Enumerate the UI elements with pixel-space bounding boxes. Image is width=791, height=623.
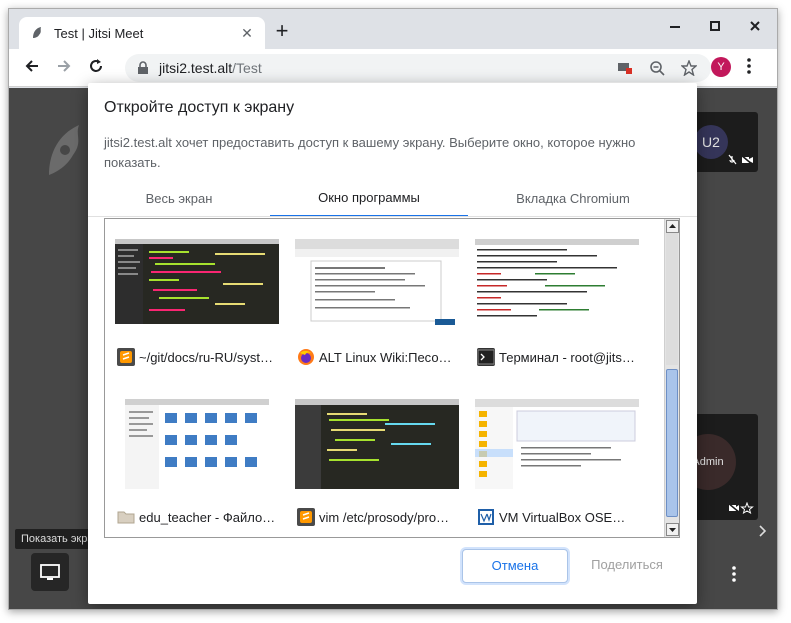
jitsi-favicon-icon [29,25,45,41]
window-thumbnail [115,399,279,489]
chevron-right-icon[interactable] [759,524,767,540]
window-thumbnail [475,399,639,489]
window-title: ALT Linux Wiki:Песо… [319,349,452,365]
tab-title: Test | Jitsi Meet [54,25,144,41]
reload-icon[interactable] [85,57,107,79]
terminal-icon [477,348,495,366]
maximize-icon[interactable] [705,19,725,35]
tab-chromium-tab[interactable]: Вкладка Chromium [468,181,678,217]
window-thumbnail [295,239,459,329]
window-title: Терминал - root@jits… [499,349,635,365]
tab-strip: Test | Jitsi Meet ✕ + [9,9,777,49]
screen-share-button[interactable] [31,553,69,591]
sublime-text-icon [297,508,315,526]
scrollbar-thumb[interactable] [666,369,678,517]
window-list-scrollbar[interactable] [664,219,679,537]
window-thumbnail [475,239,639,329]
more-options-icon[interactable] [732,566,736,587]
window-title: VM VirtualBox OSE… [499,509,626,525]
profile-avatar[interactable]: Y [711,57,731,77]
cancel-button[interactable]: Отмена [462,549,568,583]
tab-application-window[interactable]: Окно программы [270,181,468,217]
lock-icon [138,61,148,74]
dialog-title: Откройте доступ к экрану [104,99,295,116]
window-thumbnail [295,399,459,489]
address-bar[interactable]: jitsi2.test.alt/Test [125,54,711,82]
browser-menu-icon[interactable] [747,58,751,79]
zoom-out-icon[interactable] [649,60,665,76]
folder-icon [117,508,135,526]
monitor-icon [40,564,60,580]
close-tab-icon[interactable]: ✕ [239,25,255,42]
close-window-icon[interactable] [745,19,765,35]
source-tabs: Весь экран Окно программы Вкладка Chromi… [88,181,697,217]
tooltip: Показать экран [15,529,95,549]
tabs-divider [88,216,697,217]
tab-entire-screen[interactable]: Весь экран [88,181,270,217]
browser-toolbar: jitsi2.test.alt/Test Y [9,49,777,87]
minimize-icon[interactable] [665,19,685,35]
scroll-down-icon[interactable] [666,523,679,536]
bookmark-star-icon[interactable] [681,60,697,76]
firefox-icon [297,348,315,366]
sublime-text-icon [117,348,135,366]
dialog-description: jitsi2.test.alt хочет предоставить досту… [104,135,636,170]
back-icon[interactable] [21,57,43,79]
screen-share-blocked-icon[interactable] [617,60,633,76]
participant-avatar: U2 [694,125,728,159]
window-thumbnail [115,239,279,329]
browser-tab[interactable]: Test | Jitsi Meet ✕ [19,17,265,49]
share-button[interactable]: Поделиться [574,549,680,583]
share-screen-dialog: Откройте доступ к экрану jitsi2.test.alt… [88,83,697,604]
scrollbar-track[interactable] [666,233,678,365]
url-host: jitsi2.test.alt [159,60,233,76]
video-muted-icon [727,501,754,517]
url-path: /Test [232,60,262,76]
window-title: vim /etc/prosody/pro… [319,509,450,525]
window-title: edu_teacher - Файло… [139,509,276,525]
scroll-up-icon[interactable] [666,220,679,233]
browser-window: Test | Jitsi Meet ✕ + jitsi2.test.alt/Te… [8,8,778,610]
virtualbox-icon [477,508,495,526]
jitsi-logo-icon [49,125,79,175]
window-list[interactable]: ~/git/docs/ru-RU/syst… ALT Linux Wiki:Пе… [104,218,680,538]
forward-icon[interactable] [53,57,75,79]
new-tab-button[interactable]: + [271,20,293,43]
window-title: ~/git/docs/ru-RU/syst… [139,349,274,365]
mic-muted-icon [728,154,754,169]
